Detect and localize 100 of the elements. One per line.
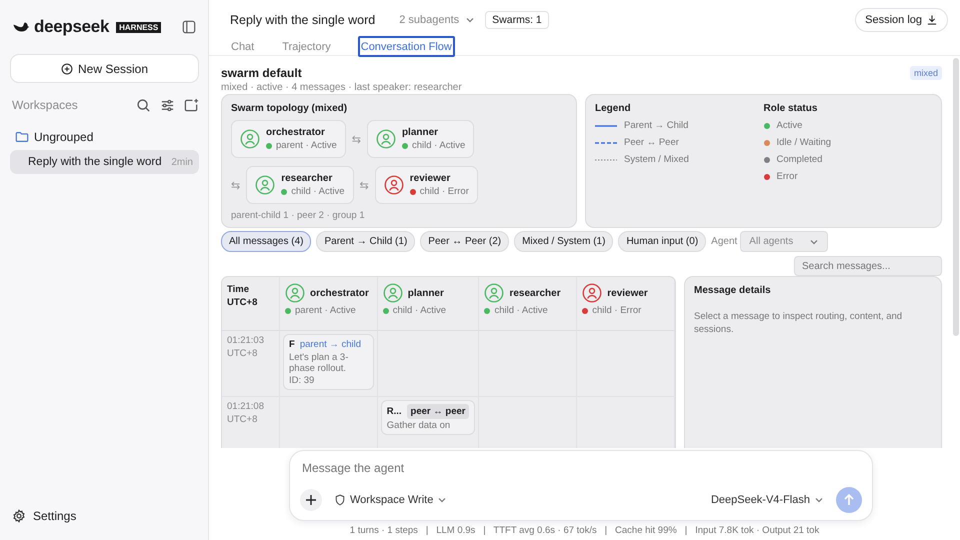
message-input-field[interactable]: Message the agent Workspace Write DeepSeek-V4-Flash bbox=[289, 450, 873, 521]
user-avatar-icon bbox=[382, 283, 403, 303]
link-arrows-icon: ⇆ bbox=[360, 178, 369, 192]
agent-name: orchestrator bbox=[310, 288, 369, 298]
line-style-swatch bbox=[595, 140, 617, 144]
agent-node[interactable]: researcher child · Active bbox=[246, 166, 354, 204]
swarm-name: swarm default bbox=[221, 66, 303, 80]
agent-name: orchestrator bbox=[266, 127, 326, 138]
shield-icon bbox=[334, 494, 346, 506]
legend-label: System / Mixed bbox=[624, 154, 689, 165]
agent-node[interactable]: planner child · Active bbox=[366, 120, 474, 158]
model-dropdown[interactable]: DeepSeek-V4-Flash bbox=[710, 494, 824, 506]
route-tag: peer ↔ peer bbox=[406, 404, 470, 419]
panel-title: Legend bbox=[595, 103, 632, 114]
status-label: Idle / Waiting bbox=[776, 137, 832, 148]
agent-status: child · Error bbox=[592, 305, 642, 316]
permission-mode-dropdown[interactable]: Workspace Write bbox=[334, 494, 448, 506]
workspace-group[interactable]: Ungrouped bbox=[10, 126, 199, 148]
message-card[interactable]: F parent → child Let's plan a 3-phase rollout. ID: 39 bbox=[283, 334, 374, 390]
filter-chip[interactable]: Parent → Child (1) bbox=[316, 231, 416, 252]
topology-summary: parent-child 1 · peer 2 · group 1 bbox=[231, 210, 366, 221]
message-timezone: UTC+8 bbox=[227, 413, 258, 426]
user-avatar-icon bbox=[240, 129, 260, 149]
agent-filter-label: Agent bbox=[711, 236, 738, 247]
status-label: Completed bbox=[776, 154, 822, 165]
filter-sliders-icon[interactable] bbox=[160, 98, 175, 112]
link-arrows-icon: ⇆ bbox=[231, 178, 240, 192]
chevron-down-icon bbox=[437, 495, 448, 505]
agent-name: reviewer bbox=[410, 173, 452, 184]
message-text: Gather data on bbox=[386, 420, 452, 431]
agent-status: parent · Active bbox=[295, 305, 356, 316]
new-session-button[interactable]: New Session bbox=[10, 54, 199, 83]
status-label: Active bbox=[776, 120, 802, 131]
filter-chip[interactable]: Peer ↔ Peer (2) bbox=[420, 231, 510, 252]
user-avatar-icon bbox=[484, 283, 504, 303]
plus-circle-icon bbox=[60, 62, 73, 74]
message-timezone: UTC+8 bbox=[227, 347, 258, 360]
line-style-swatch bbox=[595, 158, 617, 162]
agent-name: planner bbox=[408, 288, 444, 298]
agent-status: child · Active bbox=[412, 140, 466, 151]
session-title-heading: Reply with the single word bbox=[230, 13, 376, 27]
panel-title: Swarm topology (mixed) bbox=[231, 103, 348, 114]
session-title: Reply with the single word bbox=[28, 156, 163, 168]
status-label: Error bbox=[776, 171, 798, 182]
search-field[interactable]: Search messages... bbox=[794, 256, 942, 276]
arrow-up-icon bbox=[842, 493, 856, 507]
details-hint: Select a message to inspect routing, content, and sessions. bbox=[694, 310, 904, 336]
user-avatar-icon bbox=[285, 283, 305, 303]
filter-chip[interactable]: Mixed / System (1) bbox=[514, 231, 614, 252]
agent-node[interactable]: orchestrator parent · Active bbox=[231, 120, 346, 158]
chevron-down-icon bbox=[465, 15, 476, 25]
tab[interactable]: Conversation Flow bbox=[358, 36, 455, 57]
message-time: 01:21:08 bbox=[227, 400, 265, 413]
sidebar-toggle-icon[interactable] bbox=[182, 20, 196, 34]
session-log-button[interactable]: Session log bbox=[855, 8, 948, 32]
message-time: 01:21:03 bbox=[227, 334, 265, 347]
line-style-swatch bbox=[595, 124, 617, 128]
user-avatar-icon bbox=[255, 175, 276, 195]
panel-title: Role status bbox=[764, 103, 818, 114]
user-avatar-icon bbox=[582, 283, 602, 303]
attach-button[interactable] bbox=[300, 489, 322, 511]
settings-link[interactable]: Settings bbox=[10, 509, 199, 540]
panel-title: Message details bbox=[694, 285, 772, 296]
agent-status: child · Active bbox=[494, 305, 548, 316]
download-icon bbox=[926, 14, 938, 26]
legend-label: Parent → Child bbox=[624, 120, 688, 131]
user-avatar-icon bbox=[384, 175, 404, 195]
chevron-down-icon bbox=[814, 495, 824, 505]
agent-status: child · Active bbox=[392, 305, 446, 316]
agent-status: child · Error bbox=[420, 186, 469, 197]
timezone-header: UTC+8 bbox=[227, 296, 258, 309]
message-card[interactable]: R... peer ↔ peer Gather data on bbox=[380, 400, 476, 435]
settings-icon bbox=[12, 509, 26, 523]
message-sender: R... bbox=[386, 405, 402, 418]
agent-name: researcher bbox=[509, 288, 561, 298]
swarm-meta: mixed · active · 4 messages · last speaker: researcher bbox=[221, 82, 462, 93]
brand-name: deepseek bbox=[34, 17, 110, 37]
whale-logo-icon bbox=[12, 20, 30, 34]
agent-status: parent · Active bbox=[276, 140, 337, 151]
session-item[interactable]: Reply with the single word 2min bbox=[10, 150, 199, 174]
agent-name: planner bbox=[402, 127, 440, 138]
search-icon[interactable] bbox=[136, 98, 151, 112]
link-arrows-icon: ⇆ bbox=[352, 132, 361, 146]
plus-icon bbox=[305, 494, 317, 506]
filter-chip[interactable]: Human input (0) bbox=[618, 231, 706, 252]
mode-badge: mixed bbox=[910, 66, 942, 80]
scrollbar[interactable] bbox=[953, 58, 959, 336]
filter-chip[interactable]: All messages (4) bbox=[221, 231, 312, 252]
subagents-dropdown[interactable]: 2 subagents bbox=[399, 14, 476, 26]
folder-icon bbox=[15, 130, 29, 144]
agent-status: child · Active bbox=[291, 186, 345, 197]
message-text: Let's plan a 3-phase rollout. bbox=[289, 352, 350, 374]
harness-badge: HARNESS bbox=[116, 22, 162, 32]
route-tag: parent → child bbox=[300, 338, 362, 351]
swarms-count-badge: Swarms: 1 bbox=[485, 11, 549, 29]
session-time: 2min bbox=[171, 156, 193, 168]
new-folder-icon[interactable] bbox=[184, 98, 199, 112]
usage-stats: 1 turns · 1 steps | LLM 0.9s | TTFT avg 0.6s · 67 tok/s | Cache hit 99% | Input 7.8K tok · Output 21 tok bbox=[348, 525, 820, 536]
agent-node[interactable]: reviewer child · Error bbox=[374, 166, 478, 204]
workspaces-label: Workspaces bbox=[12, 98, 78, 112]
